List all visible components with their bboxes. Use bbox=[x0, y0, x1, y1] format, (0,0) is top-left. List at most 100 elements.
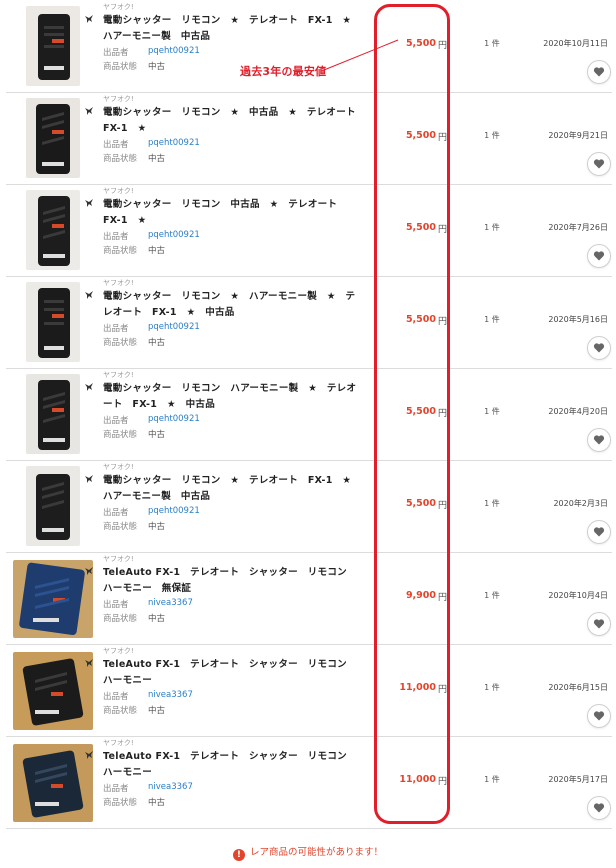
condition-value: 中古 bbox=[148, 154, 166, 164]
product-thumbnail[interactable] bbox=[26, 466, 80, 546]
product-thumbnail[interactable] bbox=[26, 190, 80, 270]
condition-value: 中古 bbox=[148, 62, 166, 72]
heart-icon bbox=[593, 159, 605, 169]
quantity: 1 件 bbox=[484, 223, 500, 232]
end-date: 2020年9月21日 bbox=[548, 131, 608, 140]
item-title[interactable]: 電動シャッター リモコン ★ テレオート FX-1 ★ ハアーモニー製 中古品 bbox=[103, 473, 361, 505]
seller-label: 出品者 bbox=[103, 140, 129, 150]
condition-label: 商品状態 bbox=[103, 246, 138, 256]
source-label: ヤフオク! bbox=[103, 187, 134, 195]
condition-value: 中古 bbox=[148, 798, 166, 808]
source-label: ヤフオク! bbox=[103, 95, 134, 103]
condition-value: 中古 bbox=[148, 246, 166, 256]
seller-link[interactable]: nivea3367 bbox=[148, 598, 193, 608]
end-date: 2020年10月4日 bbox=[548, 591, 608, 600]
item-title[interactable]: TeleAuto FX-1 テレオート シャッター リモコン ハーモニー bbox=[103, 657, 361, 689]
quantity: 1 件 bbox=[484, 315, 500, 324]
heart-icon bbox=[593, 619, 605, 629]
seller-link[interactable]: pqeht00921 bbox=[148, 46, 200, 56]
favorite-button[interactable] bbox=[587, 520, 611, 544]
seller-label: 出品者 bbox=[103, 232, 129, 242]
product-thumbnail[interactable] bbox=[13, 652, 93, 730]
favorite-button[interactable] bbox=[587, 336, 611, 360]
heart-icon bbox=[593, 803, 605, 813]
heart-icon bbox=[593, 435, 605, 445]
end-date: 2020年5月17日 bbox=[548, 775, 608, 784]
bird-icon bbox=[83, 565, 95, 577]
list-item[interactable]: ヤフオク! 電動シャッター リモコン ★ テレオート FX-1 ★ ハアーモニー… bbox=[6, 460, 612, 553]
end-date: 2020年4月20日 bbox=[548, 407, 608, 416]
condition-label: 商品状態 bbox=[103, 798, 138, 808]
condition-value: 中古 bbox=[148, 430, 166, 440]
seller-link[interactable]: pqeht00921 bbox=[148, 414, 200, 424]
quantity: 1 件 bbox=[484, 407, 500, 416]
condition-label: 商品状態 bbox=[103, 430, 138, 440]
condition-label: 商品状態 bbox=[103, 62, 138, 72]
condition-value: 中古 bbox=[148, 614, 166, 624]
source-label: ヤフオク! bbox=[103, 3, 134, 11]
seller-link[interactable]: pqeht00921 bbox=[148, 138, 200, 148]
bird-icon bbox=[83, 381, 95, 393]
favorite-button[interactable] bbox=[587, 152, 611, 176]
seller-link[interactable]: nivea3367 bbox=[148, 690, 193, 700]
list-item[interactable]: ヤフオク! 電動シャッター リモコン ハアーモニー製 ★ テレオート FX-1 … bbox=[6, 368, 612, 461]
favorite-button[interactable] bbox=[587, 704, 611, 728]
item-title[interactable]: TeleAuto FX-1 テレオート シャッター リモコン ハーモニー 無保証 bbox=[103, 565, 361, 597]
quantity: 1 件 bbox=[484, 591, 500, 600]
list-item[interactable]: ヤフオク! 電動シャッター リモコン ★ 中古品 ★ テレオート FX-1 ★ … bbox=[6, 92, 612, 185]
item-title[interactable]: 電動シャッター リモコン ★ ハアーモニー製 ★ テレオート FX-1 ★ 中古… bbox=[103, 289, 361, 321]
bird-icon bbox=[83, 13, 95, 25]
condition-value: 中古 bbox=[148, 706, 166, 716]
item-title[interactable]: TeleAuto FX-1 テレオート シャッター リモコン ハーモニー bbox=[103, 749, 361, 781]
list-item[interactable]: ヤフオク! 電動シャッター リモコン ★ テレオート FX-1 ★ ハアーモニー… bbox=[6, 0, 612, 93]
quantity: 1 件 bbox=[484, 683, 500, 692]
quantity: 1 件 bbox=[484, 775, 500, 784]
list-item[interactable]: ヤフオク! TeleAuto FX-1 テレオート シャッター リモコン ハーモ… bbox=[6, 736, 612, 829]
list-item[interactable]: ヤフオク! 電動シャッター リモコン ★ ハアーモニー製 ★ テレオート FX-… bbox=[6, 276, 612, 369]
exclamation-icon: ! bbox=[232, 849, 245, 861]
bird-icon bbox=[83, 289, 95, 301]
heart-icon bbox=[593, 527, 605, 537]
list-item[interactable]: ヤフオク! 電動シャッター リモコン 中古品 ★ テレオート FX-1 ★ 出品… bbox=[6, 184, 612, 277]
heart-icon bbox=[593, 251, 605, 261]
seller-label: 出品者 bbox=[103, 784, 129, 794]
item-title[interactable]: 電動シャッター リモコン ★ 中古品 ★ テレオート FX-1 ★ bbox=[103, 105, 365, 137]
favorite-button[interactable] bbox=[587, 244, 611, 268]
seller-label: 出品者 bbox=[103, 416, 129, 426]
seller-link[interactable]: pqeht00921 bbox=[148, 506, 200, 516]
seller-link[interactable]: pqeht00921 bbox=[148, 322, 200, 332]
favorite-button[interactable] bbox=[587, 612, 611, 636]
item-title[interactable]: 電動シャッター リモコン ハアーモニー製 ★ テレオート FX-1 ★ 中古品 bbox=[103, 381, 361, 413]
condition-label: 商品状態 bbox=[103, 154, 138, 164]
seller-label: 出品者 bbox=[103, 324, 129, 334]
item-title[interactable]: 電動シャッター リモコン 中古品 ★ テレオート FX-1 ★ bbox=[103, 197, 361, 229]
end-date: 2020年7月26日 bbox=[548, 223, 608, 232]
seller-link[interactable]: nivea3367 bbox=[148, 782, 193, 792]
favorite-button[interactable] bbox=[587, 796, 611, 820]
annotation-pointer bbox=[323, 39, 399, 71]
quantity: 1 件 bbox=[484, 39, 500, 48]
product-thumbnail[interactable] bbox=[26, 282, 80, 362]
product-thumbnail[interactable] bbox=[13, 560, 93, 638]
bird-icon bbox=[83, 197, 95, 209]
end-date: 2020年2月3日 bbox=[553, 499, 608, 508]
product-thumbnail[interactable] bbox=[26, 98, 80, 178]
seller-label: 出品者 bbox=[103, 48, 129, 58]
notice-text: レア商品の可能性があります！ bbox=[249, 847, 383, 858]
heart-icon bbox=[593, 711, 605, 721]
condition-label: 商品状態 bbox=[103, 706, 138, 716]
condition-value: 中古 bbox=[148, 522, 166, 532]
product-thumbnail[interactable] bbox=[26, 6, 80, 86]
favorite-button[interactable] bbox=[587, 428, 611, 452]
product-thumbnail[interactable] bbox=[13, 744, 93, 822]
product-thumbnail[interactable] bbox=[26, 374, 80, 454]
list-item[interactable]: ヤフオク! TeleAuto FX-1 テレオート シャッター リモコン ハーモ… bbox=[6, 644, 612, 737]
bird-icon bbox=[83, 473, 95, 485]
quantity: 1 件 bbox=[484, 499, 500, 508]
seller-link[interactable]: pqeht00921 bbox=[148, 230, 200, 240]
condition-label: 商品状態 bbox=[103, 614, 138, 624]
favorite-button[interactable] bbox=[587, 60, 611, 84]
source-label: ヤフオク! bbox=[103, 555, 134, 563]
list-item[interactable]: ヤフオク! TeleAuto FX-1 テレオート シャッター リモコン ハーモ… bbox=[6, 552, 612, 645]
bird-icon bbox=[83, 749, 95, 761]
